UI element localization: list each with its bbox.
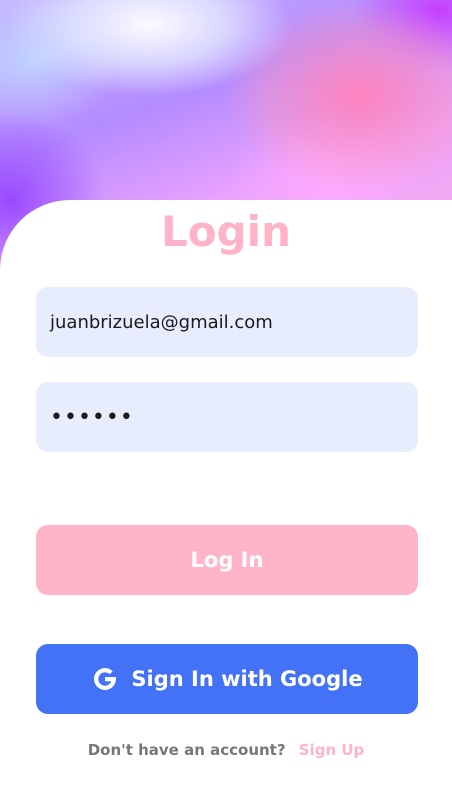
signup-question: Don't have an account?: [87, 741, 286, 759]
login-screen: Login juanbrizuela@gmail.com •••••• Log …: [0, 0, 452, 801]
google-button-label: Sign In with Google: [131, 667, 363, 691]
email-value: juanbrizuela@gmail.com: [50, 311, 273, 333]
signup-prompt: Don't have an account? Sign Up: [0, 738, 452, 762]
password-field[interactable]: ••••••: [36, 382, 418, 452]
password-value: ••••••: [50, 404, 134, 430]
google-signin-button[interactable]: Sign In with Google: [36, 644, 418, 714]
login-button-label: Log In: [190, 548, 264, 572]
page-title: Login: [161, 207, 291, 256]
login-button[interactable]: Log In: [36, 525, 418, 595]
google-g-icon: [94, 668, 117, 690]
email-field[interactable]: juanbrizuela@gmail.com: [36, 287, 418, 357]
signup-link[interactable]: Sign Up: [299, 741, 365, 759]
